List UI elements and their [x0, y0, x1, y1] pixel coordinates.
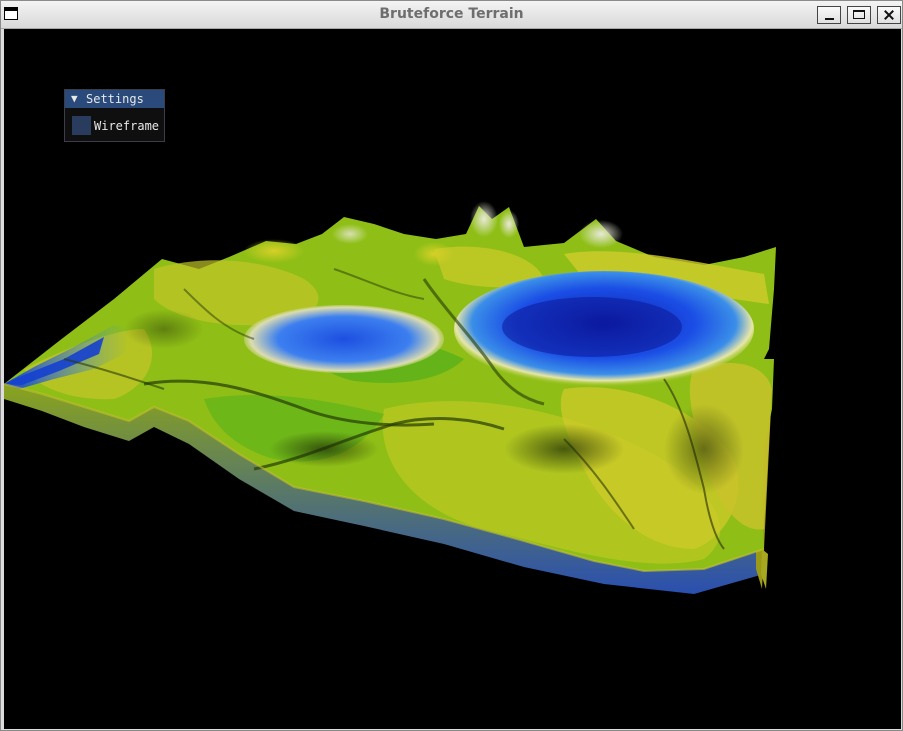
minimize-button[interactable]	[817, 6, 841, 24]
window-title: Bruteforce Terrain	[379, 6, 524, 22]
render-viewport[interactable]: ▼ Settings Wireframe	[4, 29, 901, 729]
app-window: Bruteforce Terrain ▼ Settings Wireframe	[0, 0, 903, 731]
wireframe-label[interactable]: Wireframe	[94, 119, 159, 133]
settings-panel: ▼ Settings Wireframe	[64, 89, 165, 142]
wireframe-checkbox[interactable]	[72, 116, 91, 135]
collapse-arrow-icon[interactable]: ▼	[71, 92, 78, 105]
settings-header[interactable]: ▼ Settings	[65, 90, 164, 108]
maximize-button[interactable]	[847, 6, 871, 24]
settings-title: Settings	[86, 92, 144, 106]
close-button[interactable]	[877, 6, 901, 24]
title-bar[interactable]: Bruteforce Terrain	[1, 1, 902, 29]
